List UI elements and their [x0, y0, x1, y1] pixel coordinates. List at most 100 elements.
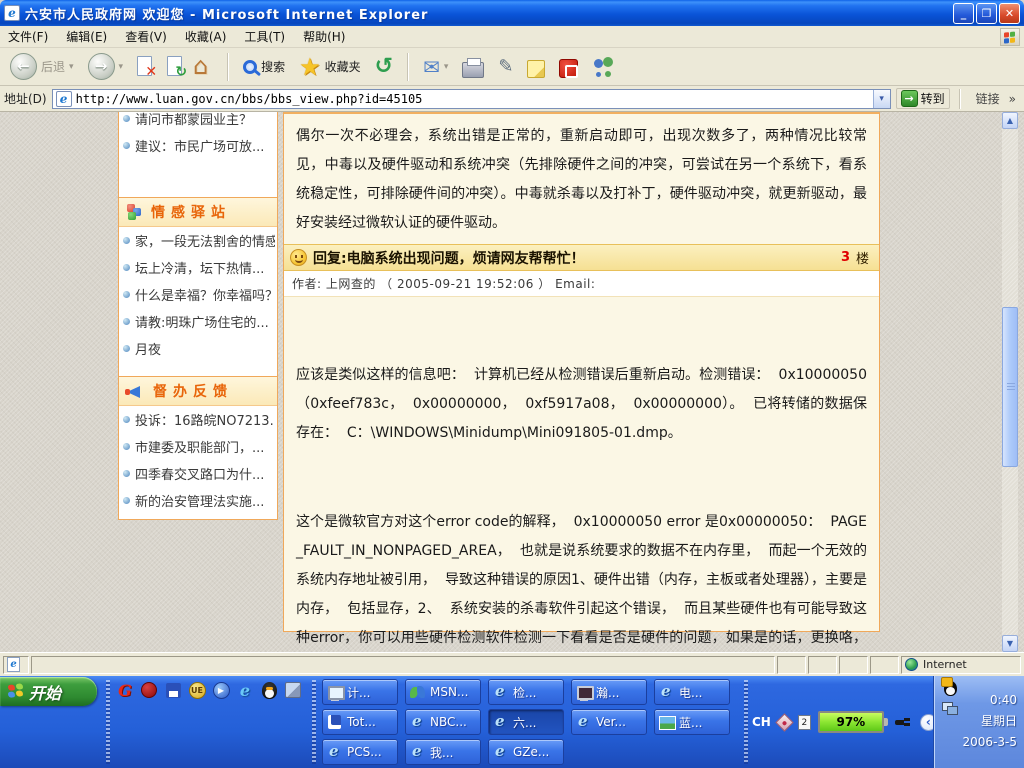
quicklaunch-divider[interactable] [106, 680, 110, 764]
sidebar-topic-link[interactable]: 请问市都蒙园业主？ [119, 112, 277, 132]
mail-dropdown-icon[interactable]: ▾ [444, 62, 449, 72]
title-bar: e 六安市人民政府网 欢迎您 - Microsoft Internet Expl… [0, 0, 1024, 26]
taskband-divider[interactable] [312, 680, 316, 764]
menu-edit[interactable]: 编辑(E) [66, 28, 107, 45]
task-button[interactable]: Ver... [571, 709, 647, 735]
forward-dropdown-icon[interactable]: ▾ [119, 62, 124, 72]
clock-time: 0:40 [963, 690, 1017, 711]
taskbar-clock[interactable]: 0:40 星期日 2006-3-5 [963, 690, 1017, 753]
task-button[interactable]: Tot... [322, 709, 398, 735]
home-button[interactable]: ⌂ [193, 54, 217, 80]
post-body-partial: 偶尔一次不必理会，系统出错是正常的，重新启动即可，出现次数多了，两种情况比较常见… [284, 114, 879, 244]
floor-suffix: 楼 [856, 248, 869, 267]
url-text[interactable]: http://www.luan.gov.cn/bbs/bbs_view.php?… [76, 92, 873, 106]
forward-button[interactable]: → ▾ [84, 51, 128, 82]
task-button-active[interactable]: 六... [488, 709, 564, 735]
sidebar-topic-link[interactable]: 家，一段无法割舍的情感 [119, 227, 277, 254]
go-button[interactable]: → 转到 [896, 88, 950, 109]
qq-tray-icon[interactable] [944, 681, 957, 696]
sidebar-topic-link[interactable]: 请教:明珠广场住宅的... [119, 308, 277, 335]
vertical-scrollbar[interactable]: ▲ ▼ [1002, 112, 1018, 652]
sidebar-topic-link[interactable]: 市建委及职能部门，... [119, 433, 277, 460]
sidebar-topic-link[interactable]: 96333，我举报！ [119, 514, 277, 520]
section-title: 督办反馈 [153, 381, 233, 401]
quick-launch-bar: G UE ▶ e [116, 681, 302, 699]
edit-button[interactable]: ✎ [494, 52, 517, 82]
task-button[interactable]: MSN... [405, 679, 481, 705]
history-button[interactable]: ↺ [371, 52, 397, 82]
sidebar-topic-link[interactable]: 新的治安管理法实施... [119, 487, 277, 514]
mail-button[interactable]: ✉ ▾ [419, 52, 452, 82]
address-input[interactable]: e http://www.luan.gov.cn/bbs/bbs_view.ph… [52, 89, 891, 109]
scrollbar-thumb[interactable] [1002, 307, 1018, 467]
menu-favorites[interactable]: 收藏(A) [185, 28, 227, 45]
links-overflow-icon[interactable]: » [1009, 92, 1016, 106]
ultraedit-icon[interactable]: UE [188, 681, 206, 699]
address-dropdown-button[interactable]: ▾ [873, 90, 890, 108]
task-button[interactable]: 我... [405, 739, 481, 765]
scroll-down-button[interactable]: ▼ [1002, 635, 1018, 652]
minimize-button[interactable]: _ [953, 3, 974, 24]
notes-button[interactable] [523, 54, 549, 80]
sidebar-topic-link[interactable]: 投诉：16路皖NO7213... [119, 406, 277, 433]
note-icon [527, 60, 545, 78]
menu-file[interactable]: 文件(F) [8, 28, 48, 45]
cubes-icon [125, 204, 143, 221]
close-button[interactable]: ✕ [999, 3, 1020, 24]
task-button[interactable]: GZe... [488, 739, 564, 765]
print-button[interactable] [458, 54, 488, 80]
task-label: NBC... [430, 715, 467, 729]
sidebar-topic-link[interactable]: 建议：市民广场可放... [119, 132, 277, 159]
stop-button[interactable]: ✕ [133, 54, 157, 80]
penguin-shape [262, 682, 277, 699]
task-label: 电... [679, 684, 702, 701]
g-app-icon[interactable]: G [116, 681, 134, 699]
task-button[interactable]: NBC... [405, 709, 481, 735]
toolbar-separator [407, 53, 409, 81]
back-button[interactable]: ← 后退 ▾ [6, 51, 78, 82]
start-button[interactable]: 开始 [0, 677, 97, 706]
search-button[interactable]: 搜索 [239, 56, 289, 77]
menu-tools[interactable]: 工具(T) [244, 28, 285, 45]
task-button[interactable]: 瀚... [571, 679, 647, 705]
scroll-up-button[interactable]: ▲ [1002, 112, 1018, 129]
task-button[interactable]: 电... [654, 679, 730, 705]
restore-button[interactable]: ❐ [976, 3, 997, 24]
bullet-icon [123, 291, 130, 298]
task-button[interactable]: 蓝... [654, 709, 730, 735]
menu-help[interactable]: 帮助(H) [303, 28, 345, 45]
red-app-button[interactable] [555, 54, 582, 80]
language-indicator[interactable]: CH [752, 715, 771, 729]
favorites-button[interactable]: ★ 收藏夹 [295, 52, 365, 82]
red-badge-icon[interactable] [140, 681, 158, 699]
media-player-icon[interactable]: ▶ [212, 681, 230, 699]
back-label: 后退 [41, 58, 65, 75]
task-icon [327, 685, 343, 700]
sidebar-topic-link[interactable]: 四季春交叉路口为什... [119, 460, 277, 487]
floppy-icon[interactable] [164, 681, 182, 699]
task-button[interactable]: PCS... [322, 739, 398, 765]
task-button[interactable]: 计... [322, 679, 398, 705]
globe-icon [905, 658, 918, 671]
menu-bar: 文件(F) 编辑(E) 查看(V) 收藏(A) 工具(T) 帮助(H) [0, 26, 1024, 48]
links-label[interactable]: 链接 [976, 90, 1000, 107]
app-icon[interactable] [284, 681, 302, 699]
keyboard-layout-icon[interactable]: 2 [798, 715, 811, 730]
power-plug-icon[interactable] [895, 716, 911, 728]
network-tray-icon[interactable] [942, 702, 957, 714]
wmp-badge: ▶ [213, 682, 230, 699]
task-icon [576, 715, 592, 730]
messenger-button[interactable] [588, 52, 620, 82]
menu-view[interactable]: 查看(V) [125, 28, 167, 45]
back-dropdown-icon[interactable]: ▾ [69, 62, 74, 72]
task-button[interactable]: 检... [488, 679, 564, 705]
qq-icon[interactable] [260, 681, 278, 699]
ie-icon[interactable]: e [236, 681, 254, 699]
sidebar-topic-link[interactable]: 坛上冷清，坛下热情... [119, 254, 277, 281]
refresh-button[interactable]: ↻ [163, 54, 187, 80]
status-cell [870, 656, 899, 674]
sidebar-topic-link[interactable]: 什么是幸福？你幸福吗？ [119, 281, 277, 308]
battery-indicator[interactable]: 97% [818, 711, 884, 733]
input-method-icon[interactable] [775, 713, 793, 731]
sidebar-topic-link[interactable]: 月夜 [119, 335, 277, 362]
